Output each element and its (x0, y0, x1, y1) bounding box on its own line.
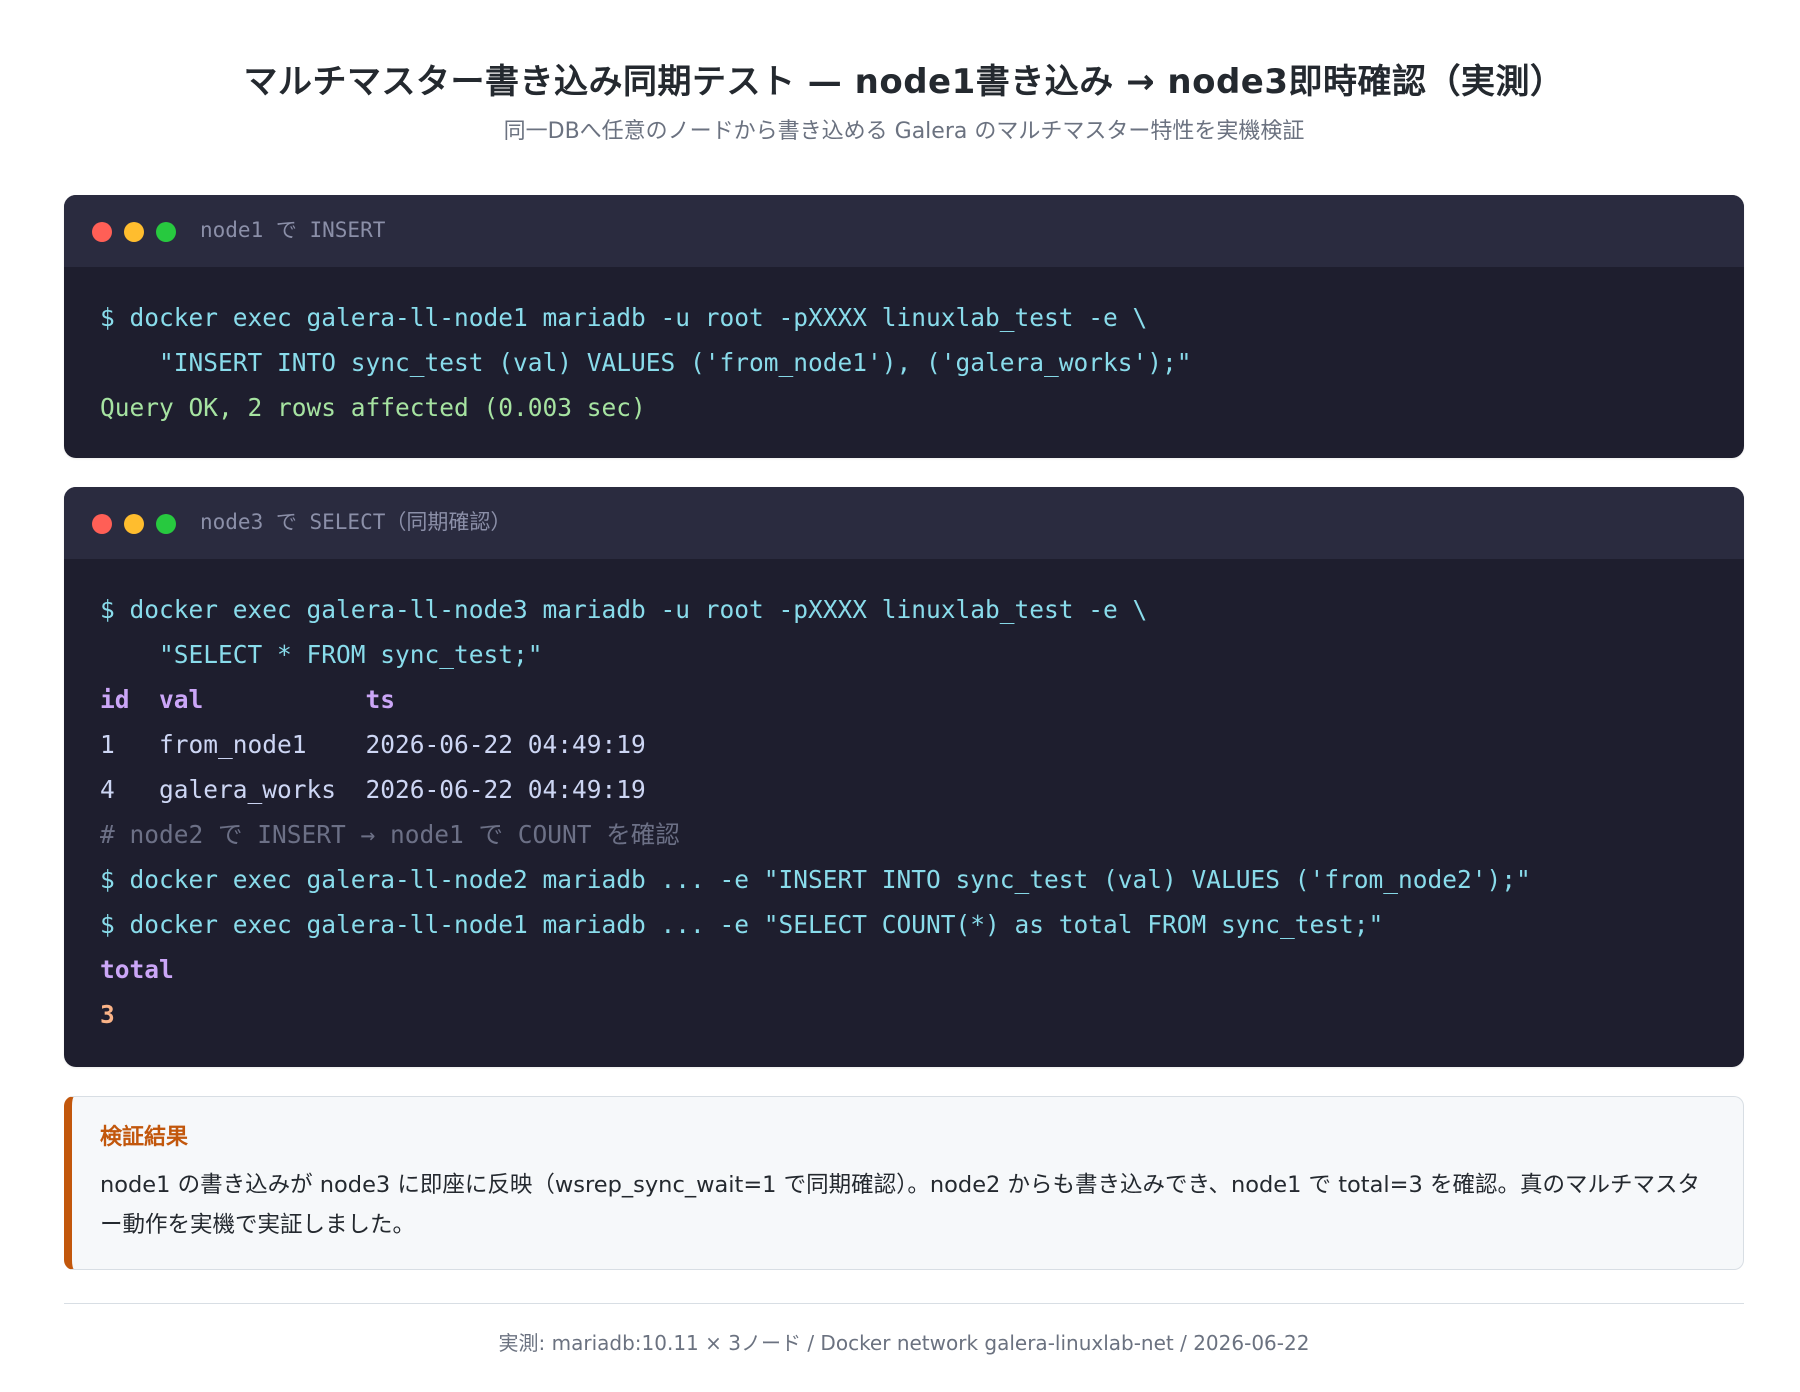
terminal-output: $ docker exec galera-ll-node1 mariadb -u… (64, 267, 1744, 430)
terminal-title: node1 で INSERT (200, 218, 386, 242)
command-line: "INSERT INTO sync_test (val) VALUES ('fr… (100, 348, 1192, 377)
close-window-icon[interactable] (92, 222, 112, 242)
maximize-window-icon[interactable] (156, 514, 176, 534)
command-line: $ docker exec galera-ll-node3 mariadb -u… (100, 595, 1148, 624)
count-value: 3 (100, 1000, 115, 1029)
command-line: "SELECT * FROM sync_test;" (100, 640, 543, 669)
minimize-window-icon[interactable] (124, 514, 144, 534)
page: マルチマスター書き込み同期テスト — node1書き込み → node3即時確認… (64, 0, 1744, 1355)
close-window-icon[interactable] (92, 514, 112, 534)
minimize-window-icon[interactable] (124, 222, 144, 242)
terminal-titlebar: node3 で SELECT（同期確認） (64, 487, 1744, 559)
comment-line: # node2 で INSERT → node1 で COUNT を確認 (100, 820, 680, 849)
maximize-window-icon[interactable] (156, 222, 176, 242)
terminal-title: node3 で SELECT（同期確認） (200, 510, 512, 534)
footer-note: 実測: mariadb:10.11 × 3ノード / Docker networ… (498, 1331, 1310, 1355)
result-text: node1 の書き込みが node3 に即座に反映（wsrep_sync_wai… (100, 1172, 1700, 1238)
count-header: total (100, 955, 174, 984)
terminal-window-node3: node3 で SELECT（同期確認） $ docker exec galer… (64, 487, 1744, 1067)
terminal-window-node1: node1 で INSERT $ docker exec galera-ll-n… (64, 195, 1744, 458)
verification-result-callout: 検証結果 node1 の書き込みが node3 に即座に反映（wsrep_syn… (64, 1096, 1744, 1270)
command-line: $ docker exec galera-ll-node1 mariadb -u… (100, 303, 1148, 332)
table-header-row: id val ts (100, 685, 396, 714)
query-ok-line: Query OK, 2 rows affected (0.003 sec) (100, 393, 646, 422)
terminal-output: $ docker exec galera-ll-node3 mariadb -u… (64, 559, 1744, 1037)
footer-divider (64, 1303, 1744, 1304)
command-line: $ docker exec galera-ll-node2 mariadb ..… (100, 865, 1531, 894)
page-title: マルチマスター書き込み同期テスト — node1書き込み → node3即時確認… (243, 62, 1565, 102)
table-row: 1 from_node1 2026-06-22 04:49:19 (100, 730, 646, 759)
terminal-titlebar: node1 で INSERT (64, 195, 1744, 267)
page-subtitle: 同一DBへ任意のノードから書き込める Galera のマルチマスター特性を実機検… (503, 119, 1305, 144)
command-line: $ docker exec galera-ll-node1 mariadb ..… (100, 910, 1384, 939)
result-title: 検証結果 (100, 1125, 189, 1150)
table-row: 4 galera_works 2026-06-22 04:49:19 (100, 775, 646, 804)
